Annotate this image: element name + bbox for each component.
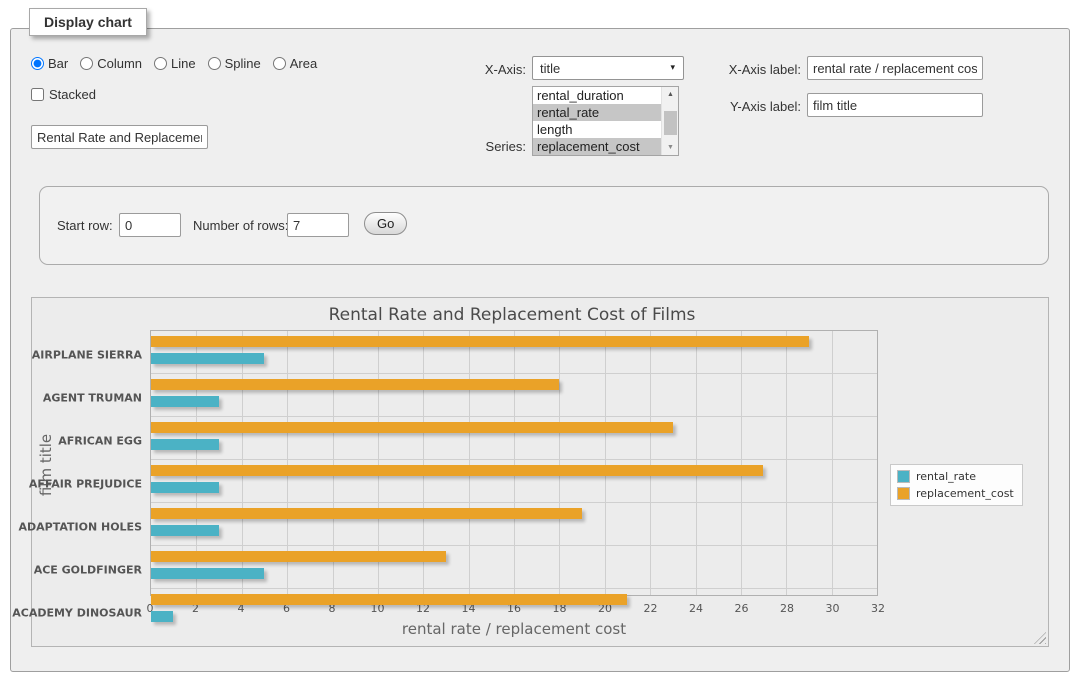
chart-row-adaptation-holes: ADAPTATION HOLES xyxy=(151,508,877,546)
chart-row-agent-truman: AGENT TRUMAN xyxy=(151,379,877,417)
chart-type-option-area[interactable]: Area xyxy=(273,56,317,71)
chart-type-option-spline[interactable]: Spline xyxy=(208,56,261,71)
bar-replacement_cost xyxy=(151,422,673,433)
stacked-checkbox[interactable] xyxy=(31,88,44,101)
x-tick-label: 22 xyxy=(644,602,658,615)
x-tick-label: 24 xyxy=(689,602,703,615)
x-tick-label: 28 xyxy=(780,602,794,615)
y-tick-label: AIRPLANE SIERRA xyxy=(32,348,142,361)
chart-legend: rental_rate replacement_cost xyxy=(890,464,1023,506)
chart-type-radio-column[interactable] xyxy=(80,57,93,70)
y-axis-label-label: Y-Axis label: xyxy=(651,99,801,114)
x-axis-select-label: X-Axis: xyxy=(441,62,526,77)
x-tick-label: 30 xyxy=(826,602,840,615)
chart-type-radio-group: Bar Column Line Spline Area xyxy=(31,56,323,71)
series-select-label: Series: xyxy=(441,139,526,154)
y-tick-label: AGENT TRUMAN xyxy=(43,391,142,404)
chart-type-option-line[interactable]: Line xyxy=(154,56,196,71)
series-option-replacement_cost[interactable]: replacement_cost xyxy=(533,138,661,155)
page: Display chart Bar Column Line Spline Area St… xyxy=(0,0,1081,681)
chart-title-input[interactable] xyxy=(31,125,208,149)
y-tick-label: AFRICAN EGG xyxy=(58,434,142,447)
chart-type-radio-bar[interactable] xyxy=(31,57,44,70)
x-axis-label-label: X-Axis label: xyxy=(651,62,801,77)
chart-title: Rental Rate and Replacement Cost of Film… xyxy=(32,305,992,325)
bar-replacement_cost xyxy=(151,594,627,605)
y-tick-label: ACE GOLDFINGER xyxy=(34,563,142,576)
resize-handle-icon[interactable] xyxy=(1034,632,1046,644)
bar-rental_rate xyxy=(151,439,219,450)
chart-row-ace-goldfinger: ACE GOLDFINGER xyxy=(151,551,877,589)
chart-type-radio-area[interactable] xyxy=(273,57,286,70)
chart-row-affair-prejudice: AFFAIR PREJUDICE xyxy=(151,465,877,503)
bar-replacement_cost xyxy=(151,508,582,519)
y-axis-label-input[interactable] xyxy=(807,93,983,117)
x-axis-selected-value: title xyxy=(540,61,560,76)
chart-y-axis-title: film title xyxy=(37,425,55,505)
chart-type-radio-spline[interactable] xyxy=(208,57,221,70)
series-option-rental_rate[interactable]: rental_rate xyxy=(533,104,661,121)
legend-item-replacement_cost: replacement_cost xyxy=(897,487,1014,500)
bar-rental_rate xyxy=(151,525,219,536)
bar-rental_rate xyxy=(151,611,173,622)
scroll-down-icon[interactable]: ▼ xyxy=(662,140,679,155)
bar-replacement_cost xyxy=(151,379,559,390)
stacked-checkbox-row: Stacked xyxy=(31,87,96,102)
x-axis-label-input[interactable] xyxy=(807,56,983,80)
series-option-length[interactable]: length xyxy=(533,121,661,138)
panel-title: Display chart xyxy=(29,8,147,36)
chart-type-option-bar[interactable]: Bar xyxy=(31,56,68,71)
chart-type-option-column[interactable]: Column xyxy=(80,56,142,71)
chart-container: Rental Rate and Replacement Cost of Film… xyxy=(31,297,1049,647)
bar-replacement_cost xyxy=(151,551,446,562)
series-scrollbar[interactable]: ▲ ▼ xyxy=(661,87,678,155)
bar-rental_rate xyxy=(151,482,219,493)
bar-rental_rate xyxy=(151,568,264,579)
series-options: rental_durationrental_ratelengthreplacem… xyxy=(533,87,661,155)
bar-rental_rate xyxy=(151,353,264,364)
number-of-rows-input[interactable] xyxy=(287,213,349,237)
x-tick-label: 26 xyxy=(735,602,749,615)
number-of-rows-label: Number of rows: xyxy=(193,218,288,233)
chart-type-label: Area xyxy=(290,56,317,71)
start-row-label: Start row: xyxy=(57,218,113,233)
legend-swatch-icon xyxy=(897,470,910,483)
chart-type-label: Column xyxy=(97,56,142,71)
legend-label: replacement_cost xyxy=(916,487,1014,500)
chart-x-axis-title: rental rate / replacement cost xyxy=(150,620,878,638)
chart-type-label: Bar xyxy=(48,56,68,71)
display-chart-panel: Display chart BarColumnLineSplineArea St… xyxy=(10,28,1070,672)
chart-type-label: Line xyxy=(171,56,196,71)
row-range-panel: Start row: Number of rows: Go xyxy=(39,186,1049,265)
chart-type-radio-line[interactable] xyxy=(154,57,167,70)
bar-replacement_cost xyxy=(151,465,763,476)
legend-label: rental_rate xyxy=(916,470,976,483)
series-option-rental_duration[interactable]: rental_duration xyxy=(533,87,661,104)
legend-swatch-icon xyxy=(897,487,910,500)
y-tick-label: AFFAIR PREJUDICE xyxy=(29,477,142,490)
chart-row-airplane-sierra: AIRPLANE SIERRA xyxy=(151,336,877,374)
start-row-input[interactable] xyxy=(119,213,181,237)
x-tick-label: 32 xyxy=(871,602,885,615)
bar-rental_rate xyxy=(151,396,219,407)
go-button[interactable]: Go xyxy=(364,212,407,235)
chart-row-african-egg: AFRICAN EGG xyxy=(151,422,877,460)
bar-replacement_cost xyxy=(151,336,809,347)
chart-plot-area: AIRPLANE SIERRA AGENT TRUMAN AFRICAN EGG AF… xyxy=(150,330,878,596)
scrollbar-thumb[interactable] xyxy=(664,111,677,135)
chart-type-label: Spline xyxy=(225,56,261,71)
stacked-label: Stacked xyxy=(49,87,96,102)
legend-item-rental_rate: rental_rate xyxy=(897,470,1014,483)
series-multiselect[interactable]: rental_durationrental_ratelengthreplacem… xyxy=(532,86,679,156)
y-tick-label: ADAPTATION HOLES xyxy=(18,520,142,533)
y-tick-label: ACADEMY DINOSAUR xyxy=(12,607,142,620)
